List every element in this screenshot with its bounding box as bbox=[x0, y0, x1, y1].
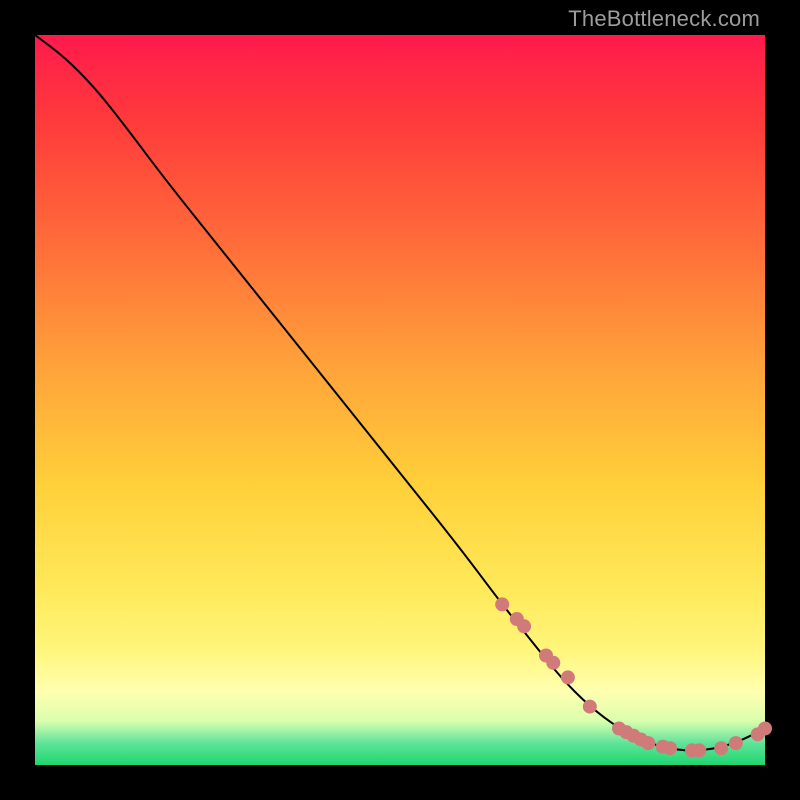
marker-dot bbox=[692, 743, 706, 757]
chart-stage: TheBottleneck.com bbox=[0, 0, 800, 800]
plot-area bbox=[35, 35, 765, 765]
marker-dot bbox=[517, 619, 531, 633]
curve-svg bbox=[35, 35, 765, 765]
watermark-text: TheBottleneck.com bbox=[568, 6, 760, 32]
bottleneck-curve-line bbox=[35, 35, 765, 750]
marker-dot bbox=[495, 597, 509, 611]
marker-dot bbox=[561, 670, 575, 684]
marker-dot bbox=[663, 741, 677, 755]
marker-dot bbox=[583, 700, 597, 714]
marker-group bbox=[495, 597, 772, 757]
marker-dot bbox=[714, 741, 728, 755]
marker-dot bbox=[729, 736, 743, 750]
marker-dot bbox=[758, 722, 772, 736]
marker-dot bbox=[546, 656, 560, 670]
marker-dot bbox=[641, 736, 655, 750]
